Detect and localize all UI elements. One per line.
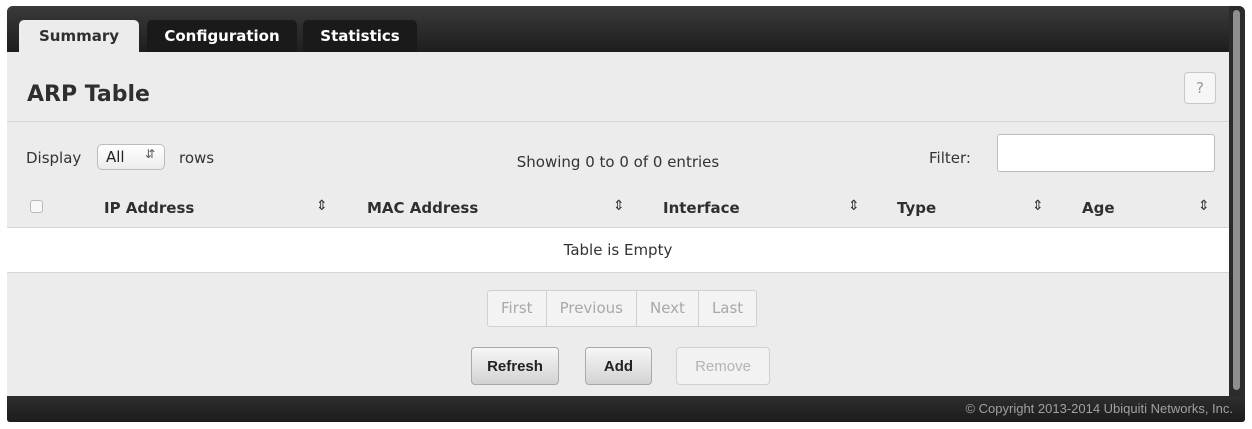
tab-statistics[interactable]: Statistics [303, 20, 417, 52]
page-last-button[interactable]: Last [699, 291, 756, 326]
app-window: Summary Configuration Statistics ARP Tab… [7, 6, 1245, 422]
copyright-text: © Copyright 2013-2014 Ubiquiti Networks,… [965, 401, 1233, 416]
scrollbar-thumb[interactable] [1233, 10, 1240, 390]
page-previous-button[interactable]: Previous [547, 291, 637, 326]
sort-icon[interactable]: ⇕ [613, 198, 625, 214]
column-interface[interactable]: Interface [663, 199, 740, 217]
sort-icon[interactable]: ⇕ [1198, 198, 1210, 214]
divider [7, 121, 1229, 122]
sort-icon[interactable]: ⇕ [848, 198, 860, 214]
table-header: IP Address ⇕ MAC Address ⇕ Interface ⇕ T… [7, 186, 1229, 226]
page-first-button[interactable]: First [488, 291, 547, 326]
filter-input[interactable] [997, 134, 1215, 172]
help-button[interactable]: ? [1184, 72, 1216, 104]
select-all-checkbox[interactable] [30, 200, 43, 213]
empty-table-message: Table is Empty [7, 227, 1229, 273]
column-age[interactable]: Age [1082, 199, 1115, 217]
refresh-button[interactable]: Refresh [471, 347, 559, 385]
filter-label: Filter: [929, 149, 971, 167]
footer: © Copyright 2013-2014 Ubiquiti Networks,… [7, 396, 1245, 422]
tab-configuration[interactable]: Configuration [147, 20, 297, 52]
column-ip-address[interactable]: IP Address [104, 199, 194, 217]
page-next-button[interactable]: Next [637, 291, 699, 326]
add-button[interactable]: Add [585, 347, 652, 385]
sort-icon[interactable]: ⇕ [316, 198, 328, 214]
column-type[interactable]: Type [897, 199, 936, 217]
pagination: First Previous Next Last [487, 290, 758, 327]
sort-icon[interactable]: ⇕ [1032, 198, 1044, 214]
page-title: ARP Table [27, 82, 150, 107]
scrollbar[interactable] [1229, 6, 1245, 396]
tab-bar: Summary Configuration Statistics [7, 6, 1229, 52]
tab-summary[interactable]: Summary [19, 20, 139, 52]
column-mac-address[interactable]: MAC Address [367, 199, 478, 217]
main-panel: ARP Table ? Display All ⇵ rows Showing 0… [7, 52, 1229, 396]
remove-button[interactable]: Remove [676, 347, 770, 385]
